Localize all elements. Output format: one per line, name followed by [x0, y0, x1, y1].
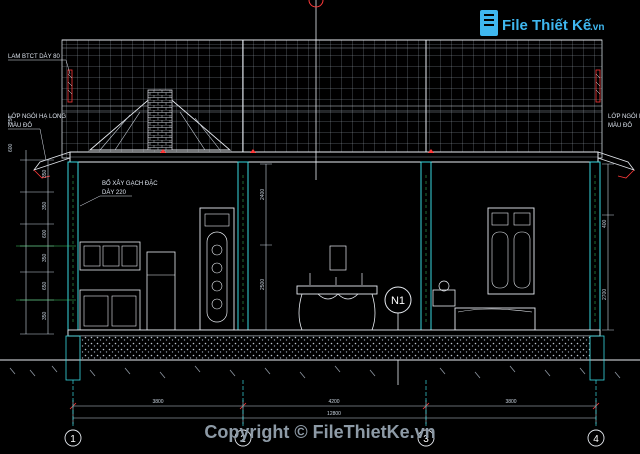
roof	[32, 39, 636, 179]
section-tag-label: N1	[391, 295, 405, 307]
altar-table	[296, 245, 378, 331]
dim-left-2: 350	[42, 201, 48, 210]
label-roof-tile-line1: LỚP NGÓI HẠ LONG	[8, 113, 66, 120]
axis-label-4: 4	[593, 434, 599, 445]
watermark-brand: File Thiết Kế	[502, 17, 592, 34]
label-wall-line1: BỔ XÂY GẠCH ĐẶC	[102, 180, 158, 187]
bottom-dimensions: 3800 4200 3800 12800	[69, 399, 600, 424]
dim-left-1: 350	[42, 169, 48, 178]
dim-span-2: 4200	[328, 399, 339, 405]
center-dimension-chain: 2400 2500	[260, 163, 272, 331]
dim-left-3: 600	[42, 229, 48, 238]
dim-left-5: 650	[42, 281, 48, 290]
watermark-copyright: Copyright © FileThietKe.vn	[204, 422, 435, 442]
label-roof-slab: LAM BTCT DÀY 80	[8, 53, 60, 60]
bed-and-lamp	[432, 280, 536, 331]
right-eave	[597, 151, 636, 171]
dim-top-left-1: 600	[8, 143, 14, 152]
dim-left-4: 350	[42, 253, 48, 262]
watermark-logo: File Thiết Kế .vn	[480, 10, 604, 36]
label-roof-tile-right-line2: MÀU ĐỎ	[608, 122, 632, 129]
watermark-brand-suffix: .vn	[590, 22, 604, 33]
dim-span-1: 3800	[152, 399, 163, 405]
dim-span-3: 3800	[505, 399, 516, 405]
floor-slab	[67, 329, 601, 337]
label-roof-tile-right-line1: LỚP NGÓI HẠ LONG	[608, 113, 640, 120]
roof-truss-grid	[61, 39, 603, 159]
dim-right-2: 2700	[602, 289, 608, 300]
cad-section-drawing: N1 3800 4200 3800 12800 1 2 3 4 350 350 …	[0, 0, 640, 454]
panel-door	[199, 207, 235, 331]
brick-chimney	[147, 89, 173, 151]
kitchen-cabinets	[79, 241, 176, 331]
dim-center-1: 2400	[260, 189, 266, 200]
gravel-fill	[79, 335, 591, 361]
dim-right-1: 400	[602, 219, 608, 228]
double-window	[487, 207, 535, 295]
axis-label-1: 1	[70, 434, 76, 445]
floor-foundation	[0, 329, 640, 381]
label-roof-tile-line2: MÀU ĐỎ	[8, 122, 32, 129]
dim-center-2: 2500	[260, 279, 266, 290]
dim-total: 12800	[327, 411, 341, 417]
right-dimension-chain: 400 2700	[602, 163, 614, 331]
label-wall-line2: DÀY 220	[102, 189, 127, 196]
dim-left-6: 350	[42, 311, 48, 320]
